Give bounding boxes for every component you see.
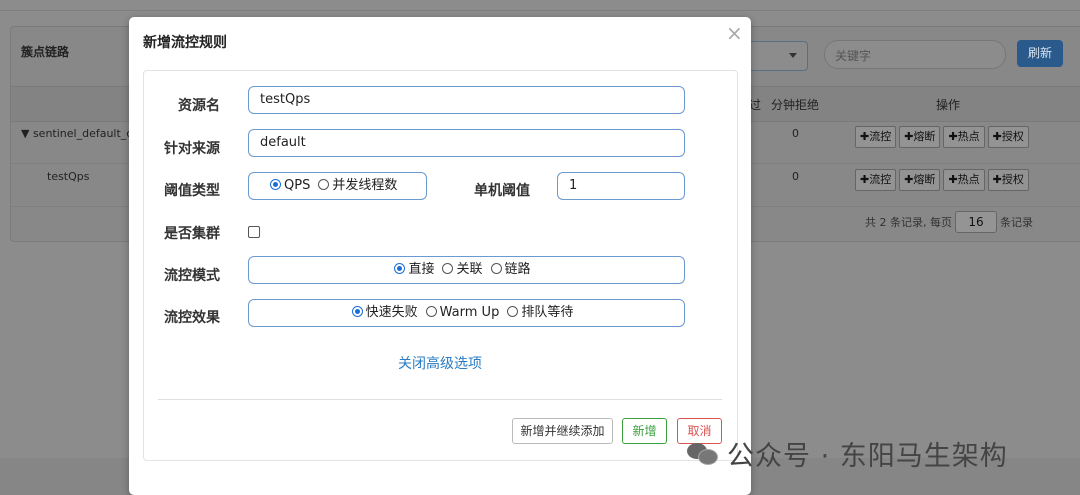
radio-relate-label: 关联 — [456, 262, 483, 277]
radio-unchecked-icon — [507, 306, 519, 317]
threshold-input[interactable]: 1 — [557, 172, 685, 200]
chevron-down-icon — [789, 53, 797, 58]
dialog-title: 新增流控规则 — [143, 35, 227, 51]
radio-fail-fast[interactable]: 快速失败 — [351, 305, 418, 320]
mode-radio-group: 直接 关联 链路 — [248, 256, 685, 284]
threshold-type-radio-group: QPS 并发线程数 — [248, 172, 427, 200]
radio-unchecked-icon — [318, 179, 330, 190]
pager-suffix: 条记录 — [1000, 216, 1033, 229]
radio-warm-up[interactable]: Warm Up — [425, 305, 500, 320]
origin-input[interactable]: default — [248, 129, 685, 157]
add-button[interactable]: 新增 — [622, 418, 667, 444]
origin-label: 针对来源 — [164, 141, 220, 157]
radio-fail-fast-label: 快速失败 — [365, 305, 418, 320]
page-size-input[interactable]: 16 — [955, 211, 997, 233]
radio-checked-icon — [394, 263, 406, 274]
reject-count: 0 — [792, 170, 799, 183]
hotspot-button[interactable]: ✚热点 — [943, 126, 985, 148]
pager-prefix: 共 2 条记录, 每页 — [865, 216, 952, 229]
panel-title: 簇点链路 — [21, 45, 70, 59]
auth-button[interactable]: ✚授权 — [987, 126, 1029, 148]
degrade-button[interactable]: ✚熔断 — [899, 169, 941, 191]
header-reject: 分钟拒绝 — [771, 98, 820, 112]
radio-unchecked-icon — [425, 306, 437, 317]
resource-name-input[interactable]: testQps — [248, 86, 685, 114]
watermark: 公众号 · 东阳马生架构 — [687, 433, 1008, 473]
app-select[interactable] — [748, 41, 808, 71]
form-divider — [158, 399, 722, 400]
radio-threads-label: 并发线程数 — [332, 178, 398, 193]
radio-checked-icon — [270, 179, 281, 190]
radio-unchecked-icon — [442, 263, 454, 274]
effect-label: 流控效果 — [164, 310, 220, 326]
dialog-form: 资源名 testQps 针对来源 default 阈值类型 QPS 并发线程数 单… — [143, 70, 738, 461]
radio-relate[interactable]: 关联 — [442, 262, 483, 277]
mode-label: 流控模式 — [164, 268, 220, 284]
close-advanced-link[interactable]: 关闭高级选项 — [398, 353, 482, 373]
wechat-icon — [687, 441, 718, 465]
flow-button[interactable]: ✚流控 — [855, 126, 897, 148]
reject-count: 0 — [792, 127, 799, 140]
radio-qps-label: QPS — [284, 178, 311, 193]
single-threshold-label: 单机阈值 — [474, 183, 530, 199]
resource-label: 资源名 — [178, 98, 220, 114]
radio-qps[interactable]: QPS — [270, 178, 310, 193]
effect-radio-group: 快速失败 Warm Up 排队等待 — [248, 299, 685, 327]
refresh-button[interactable]: 刷新 — [1017, 40, 1063, 67]
resource-name[interactable]: ▼ sentinel_default_co — [21, 127, 139, 140]
cluster-label: 是否集群 — [164, 226, 220, 242]
radio-checked-icon — [351, 306, 363, 317]
top-divider — [0, 10, 1080, 11]
radio-chain[interactable]: 链路 — [490, 262, 531, 277]
cluster-checkbox[interactable] — [248, 226, 260, 238]
search-input[interactable]: 关键字 — [824, 40, 1006, 69]
resource-name: testQps — [47, 170, 90, 183]
flow-button[interactable]: ✚流控 — [855, 169, 897, 191]
add-and-continue-button[interactable]: 新增并继续添加 — [512, 418, 613, 444]
watermark-text: 公众号 · 东阳马生架构 — [727, 440, 1008, 472]
close-icon[interactable]: × — [726, 22, 743, 44]
auth-button[interactable]: ✚授权 — [987, 169, 1029, 191]
degrade-button[interactable]: ✚熔断 — [899, 126, 941, 148]
radio-threads[interactable]: 并发线程数 — [318, 178, 397, 193]
radio-warm-up-label: Warm Up — [439, 305, 500, 320]
header-actions: 操作 — [936, 98, 961, 112]
radio-queue[interactable]: 排队等待 — [507, 305, 573, 320]
add-flow-rule-dialog: 新增流控规则 × 资源名 testQps 针对来源 default 阈值类型 Q… — [129, 17, 751, 495]
radio-direct-label: 直接 — [408, 262, 435, 277]
radio-direct[interactable]: 直接 — [394, 262, 434, 277]
search-placeholder: 关键字 — [835, 49, 872, 63]
radio-chain-label: 链路 — [504, 262, 531, 277]
hotspot-button[interactable]: ✚热点 — [943, 169, 985, 191]
threshold-type-label: 阈值类型 — [164, 183, 220, 199]
radio-unchecked-icon — [490, 263, 502, 274]
radio-queue-label: 排队等待 — [521, 305, 574, 320]
pagination: 共 2 条记录, 每页 16 条记录 — [865, 211, 1033, 233]
